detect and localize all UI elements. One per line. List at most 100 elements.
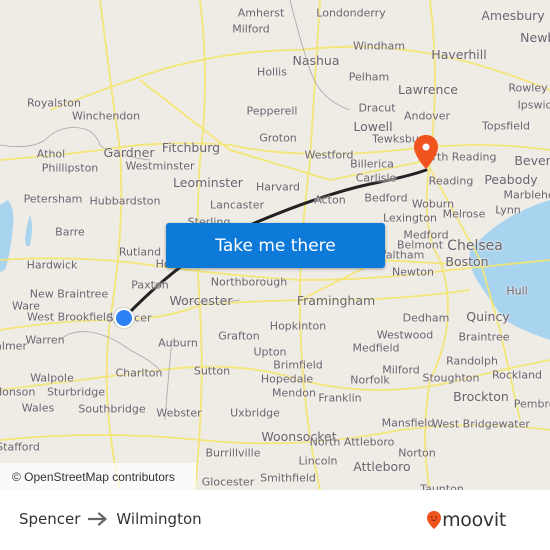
place-label: Rutland (118, 245, 162, 259)
place-label: Paxton (131, 278, 169, 292)
origin-label: Spencer (19, 510, 81, 528)
place-label: Hardwick (26, 258, 78, 272)
map-attribution[interactable]: © OpenStreetMap contributors (0, 463, 196, 490)
place-label: Athol (36, 147, 66, 161)
place-label: Glocester (201, 475, 255, 489)
place-label: Petersham (23, 192, 83, 206)
place-label: Norton (398, 446, 436, 460)
place-label: Harvard (255, 180, 301, 194)
place-label: Medfield (352, 341, 400, 355)
place-label: Auburn (158, 336, 198, 350)
place-label: Smithfield (260, 471, 316, 485)
place-label: Winchendon (71, 109, 141, 123)
place-label: Melrose (442, 207, 486, 221)
place-label: Charlton (115, 366, 163, 380)
map[interactable]: Amherst Milford Londonderry Amesbury Newbury… (0, 0, 550, 490)
place-label: Topsfield (481, 119, 531, 133)
place-label: Grafton (218, 329, 260, 343)
place-label: Lancaster (210, 198, 264, 212)
place-label: Monson (0, 385, 36, 399)
place-label: Lincoln (298, 454, 338, 468)
place-label: West Brookfield (27, 310, 113, 324)
place-label: Wales (21, 401, 55, 415)
place-label: Amesbury (481, 7, 545, 23)
map-pin-icon[interactable] (414, 135, 438, 169)
place-label: Walpole (30, 371, 74, 385)
place-label: Randolph (446, 354, 498, 368)
place-label: Warren (25, 333, 65, 347)
place-label: Braintree (458, 330, 510, 344)
place-label: Mendon (272, 386, 316, 400)
place-label: Worcester (169, 292, 233, 308)
place-label: Amherst (237, 6, 285, 20)
place-label: Pepperell (246, 104, 298, 118)
place-label: Rockland (491, 368, 543, 382)
place-label: Stafford (0, 440, 40, 454)
place-label: Lexington (382, 211, 438, 225)
place-label: North Attleboro (309, 435, 395, 449)
place-label: Haverhill (431, 46, 487, 62)
place-label: Upton (253, 345, 287, 359)
place-label: Boston (445, 253, 489, 269)
place-label: Hopedale (260, 372, 314, 386)
reservoir-2 (25, 215, 32, 247)
place-label: Franklin (318, 391, 362, 405)
place-label: Gardner (103, 144, 155, 160)
moovit-pin-icon (427, 511, 442, 529)
place-label: Groton (259, 131, 297, 145)
place-label: Royalston (27, 96, 81, 110)
place-label: Billerica (350, 157, 394, 171)
place-label: Londonderry (316, 6, 386, 20)
place-label: Acton (314, 193, 346, 207)
place-label: Brimfield (273, 358, 323, 372)
place-label: Beverly (514, 152, 550, 168)
place-label: Hull (506, 284, 528, 298)
place-label: Westwood (376, 328, 434, 342)
place-label: Southbridge (78, 402, 146, 416)
take-me-there-button[interactable]: Take me there (166, 223, 385, 268)
place-label: Lawrence (398, 81, 458, 97)
place-label: Peabody (484, 171, 538, 187)
place-label: Sturbridge (46, 385, 106, 399)
place-label: Bedford (364, 191, 408, 205)
place-label: Norfolk (350, 373, 390, 387)
place-label: Newbury (520, 29, 550, 45)
brand-name: moovit (442, 509, 506, 531)
place-label: Westford (304, 148, 354, 162)
moovit-logo[interactable]: moovit (427, 509, 506, 531)
place-label: Framingham (296, 292, 376, 308)
place-label: Brockton (453, 388, 509, 404)
place-label: Lowell (353, 118, 393, 134)
place-label: Rowley (508, 81, 548, 95)
place-label: Marblehead (503, 188, 550, 202)
place-label: Barre (55, 225, 85, 239)
place-label: Nashua (292, 52, 340, 68)
place-label: Andover (403, 109, 451, 123)
place-label: Northborough (210, 275, 288, 289)
place-label: Ipswich (517, 98, 550, 112)
place-label: Fitchburg (161, 139, 221, 155)
place-label: Newton (391, 265, 435, 279)
place-label: Stoughton (422, 371, 480, 385)
place-label: Quincy (466, 308, 510, 324)
arrow-right-icon (88, 512, 108, 526)
place-label: Hollis (257, 65, 287, 79)
place-label: Hopkinton (269, 319, 327, 333)
place-label: Mansfield (381, 416, 435, 430)
place-label: Reading (428, 174, 474, 188)
place-label: Windham (352, 39, 406, 53)
place-label: Lynn (495, 203, 521, 217)
place-label: Pelham (348, 70, 390, 84)
place-label: Uxbridge (230, 406, 280, 420)
place-label: Hubbardston (89, 194, 161, 208)
place-label: Pembroke (513, 397, 550, 411)
route-summary: Spencer Wilmington (19, 510, 202, 528)
place-label: Phillipston (41, 161, 99, 175)
place-label: Milford (232, 22, 270, 36)
origin-dot-icon[interactable] (114, 308, 134, 328)
destination-label: Wilmington (116, 510, 202, 528)
place-label: Carlisle (355, 171, 397, 185)
quabbin-reservoir (0, 200, 14, 272)
place-label: Sutton (193, 364, 231, 378)
place-label: New Braintree (29, 287, 109, 301)
